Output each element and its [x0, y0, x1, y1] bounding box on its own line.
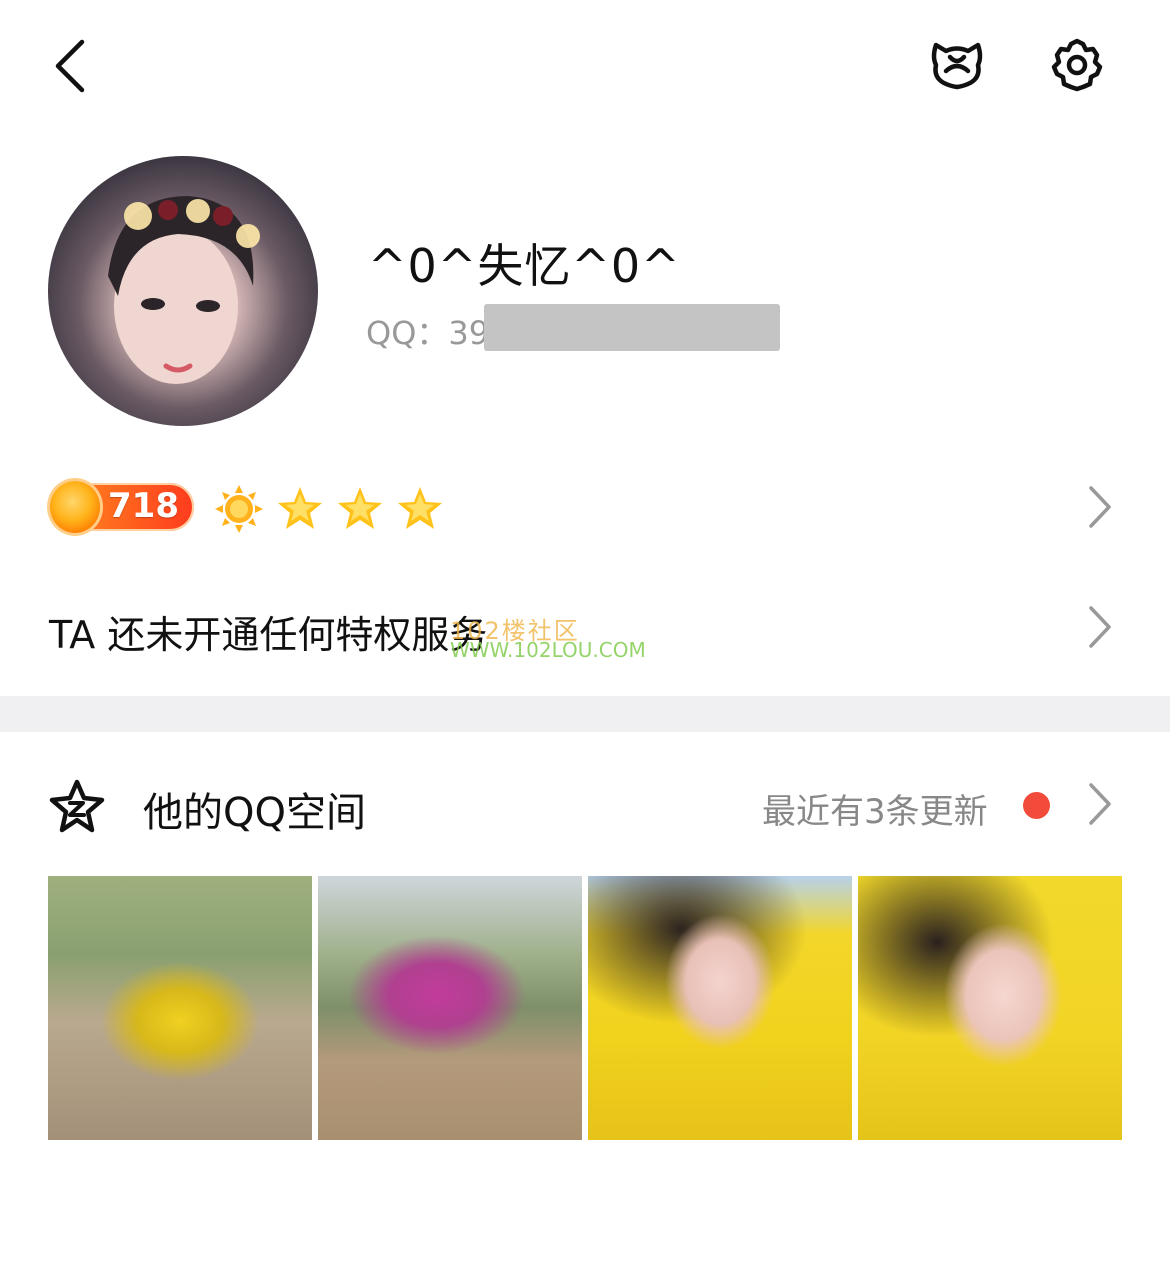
qzone-star-icon: [48, 778, 106, 836]
unread-dot: [1023, 792, 1050, 819]
qzone-photo-4[interactable]: [858, 876, 1122, 1140]
avatar-face: [108, 196, 260, 384]
nickname: ^0^失忆^0^: [368, 239, 681, 293]
star-icon: [398, 487, 442, 529]
watermark-url: WWW.102LOU.COM: [450, 638, 646, 662]
chevron-right-icon: [1089, 783, 1111, 825]
gear-icon: [1051, 38, 1103, 92]
qq-label: QQ：: [366, 314, 449, 352]
qzone-title[interactable]: 他的QQ空间: [143, 780, 366, 838]
settings-button[interactable]: [1042, 30, 1112, 100]
qzone-update-count: 最近有3条更新: [762, 792, 988, 832]
back-button[interactable]: [40, 30, 100, 102]
level-value: 718: [108, 486, 179, 526]
chevron-right-icon: [1089, 486, 1111, 528]
qq-redaction-mask: [484, 304, 780, 351]
star-icon: [278, 487, 322, 529]
chevron-right-icon: [1089, 606, 1111, 648]
qzone-photo-2[interactable]: [318, 876, 582, 1140]
chevron-left-icon: [55, 39, 85, 93]
qzone-open-button[interactable]: [1082, 781, 1116, 827]
level-coin-icon: [50, 481, 100, 533]
privilege-detail-button[interactable]: [1082, 604, 1116, 650]
pet-bear-icon: [931, 42, 983, 90]
qq-visible-digits: 39: [448, 314, 490, 352]
qq-number: QQ：39: [366, 308, 489, 354]
qzone-photo-1[interactable]: [48, 876, 312, 1140]
privilege-status: TA 还未开通任何特权服务: [49, 613, 488, 657]
star-icon: [338, 487, 382, 529]
sun-icon: [215, 485, 263, 533]
pet-button[interactable]: [922, 30, 992, 100]
avatar[interactable]: [48, 156, 318, 426]
section-divider: [0, 696, 1170, 732]
qzone-photo-3[interactable]: [588, 876, 852, 1140]
level-detail-button[interactable]: [1082, 484, 1116, 530]
